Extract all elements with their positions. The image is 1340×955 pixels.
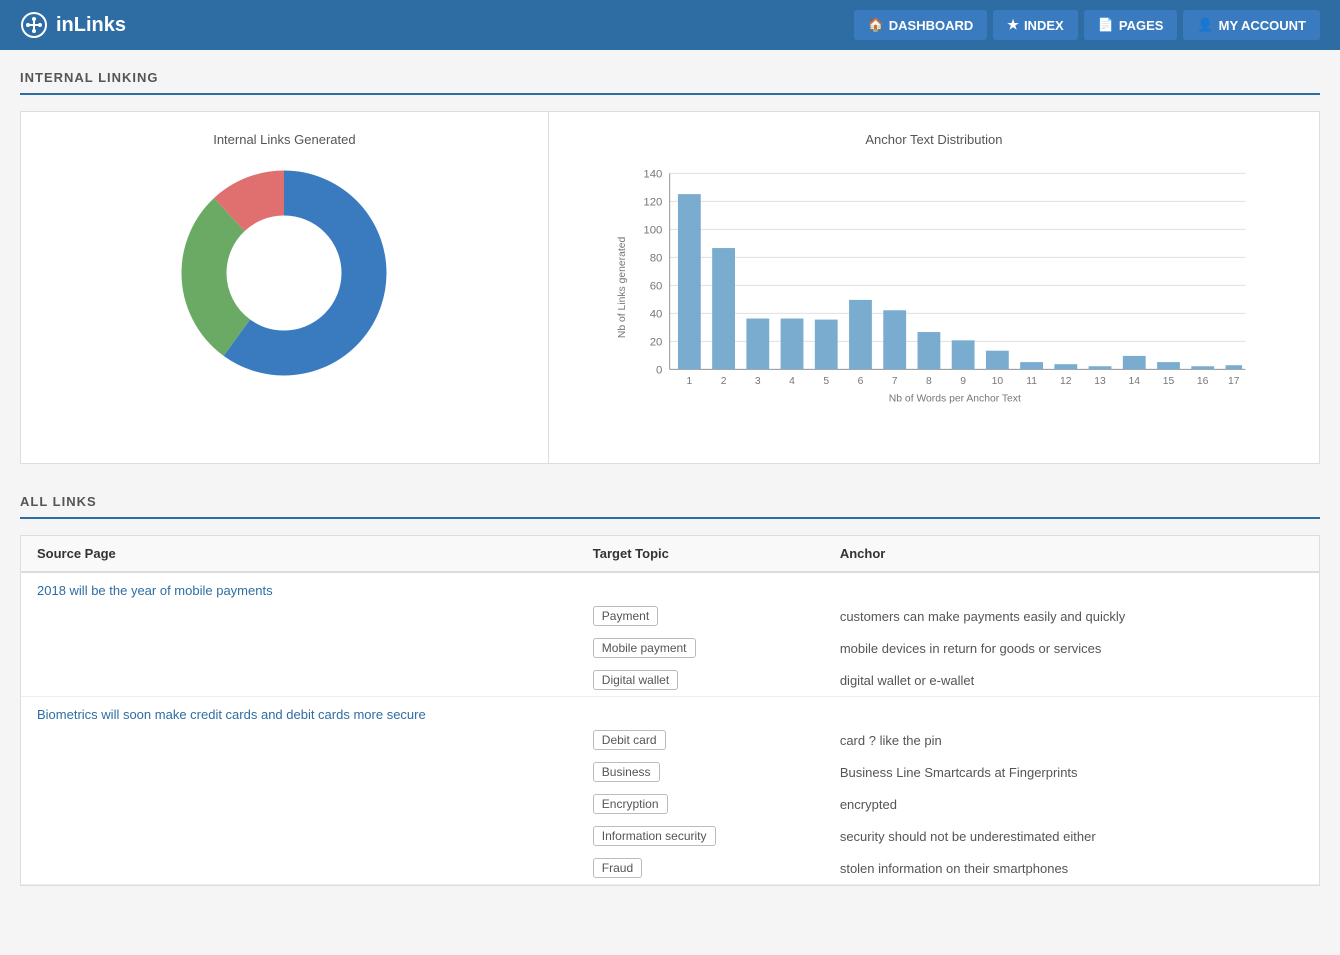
topic-badge[interactable]: Encryption [593,794,668,814]
svg-text:40: 40 [650,309,663,321]
table-row: Biometrics will soon make credit cards a… [21,697,1319,885]
svg-text:3: 3 [755,376,761,387]
source-link[interactable]: 2018 will be the year of mobile payments [21,573,1319,602]
topic-badge[interactable]: Payment [593,606,658,626]
account-button[interactable]: 👤 MY ACCOUNT [1183,10,1320,40]
list-item: Digital wallet digital wallet or e-walle… [21,664,1319,696]
svg-text:80: 80 [650,253,663,265]
charts-area: Internal Links Generated Anchor Text Dis… [20,111,1320,464]
svg-text:5: 5 [823,376,829,387]
bar-title: Anchor Text Distribution [865,132,1002,147]
topic-badge[interactable]: Digital wallet [593,670,678,690]
dashboard-button[interactable]: 🏠 DASHBOARD [854,10,988,40]
list-item: Mobile payment mobile devices in return … [21,632,1319,664]
anchor-text: encrypted [840,797,1303,812]
svg-text:8: 8 [926,376,932,387]
svg-text:14: 14 [1128,376,1140,387]
donut-wrapper [174,163,394,383]
table-row: 2018 will be the year of mobile payments… [21,573,1319,697]
topic-badge[interactable]: Business [593,762,660,782]
topic-badge[interactable]: Debit card [593,730,666,750]
logo: inLinks [20,11,854,39]
header: inLinks 🏠 DASHBOARD ★ INDEX 📄 PAGES 👤 MY… [0,0,1340,50]
anchor-text: Business Line Smartcards at Fingerprints [840,765,1303,780]
svg-text:140: 140 [643,169,662,181]
topic-badge[interactable]: Mobile payment [593,638,696,658]
user-icon: 👤 [1197,17,1213,33]
link-entries: Debit card card ? like the pin Business … [21,726,1319,884]
dashboard-label: DASHBOARD [889,18,974,33]
index-label: INDEX [1024,18,1064,33]
internal-linking-title: INTERNAL LINKING [20,70,1320,95]
file-icon: 📄 [1098,17,1114,33]
anchor-text: security should not be underestimated ei… [840,829,1303,844]
svg-text:120: 120 [643,197,662,209]
topic-badge[interactable]: Fraud [593,858,642,878]
svg-text:17: 17 [1228,376,1240,387]
topic-badge[interactable]: Information security [593,826,716,846]
all-links-title: ALL LINKS [20,494,1320,519]
pages-label: PAGES [1119,18,1164,33]
list-item: Encryption encrypted [21,788,1319,820]
svg-text:0: 0 [656,365,662,377]
bar-chart: 0 20 40 60 80 100 120 140 Nb of Links ge… [569,163,1299,443]
logo-icon [20,11,48,39]
list-item: Fraud stolen information on their smartp… [21,852,1319,884]
internal-linking-section: INTERNAL LINKING Internal Links Generate… [20,70,1320,464]
bar-section: Anchor Text Distribution [549,112,1319,463]
svg-text:2: 2 [720,376,726,387]
svg-text:4: 4 [789,376,795,387]
col-source: Source Page [37,546,593,561]
col-anchor: Anchor [840,546,1303,561]
main-content: INTERNAL LINKING Internal Links Generate… [0,50,1340,906]
pages-button[interactable]: 📄 PAGES [1084,10,1178,40]
list-item: Information security security should not… [21,820,1319,852]
link-entries: Payment customers can make payments easi… [21,602,1319,696]
anchor-text: digital wallet or e-wallet [840,673,1303,688]
anchor-text: stolen information on their smartphones [840,861,1303,876]
donut-chart [174,163,394,383]
svg-text:100: 100 [643,225,662,237]
svg-text:Nb of Words per Anchor Text: Nb of Words per Anchor Text [889,394,1021,405]
col-topic: Target Topic [593,546,840,561]
links-table: Source Page Target Topic Anchor 2018 wil… [20,535,1320,886]
svg-text:15: 15 [1163,376,1175,387]
list-item: Payment customers can make payments easi… [21,602,1319,632]
table-header: Source Page Target Topic Anchor [21,536,1319,573]
logo-text: inLinks [56,14,126,37]
list-item: Debit card card ? like the pin [21,726,1319,756]
svg-text:11: 11 [1026,376,1037,387]
svg-text:12: 12 [1060,376,1072,387]
index-button[interactable]: ★ INDEX [993,10,1077,40]
table-body: 2018 will be the year of mobile payments… [21,573,1319,885]
svg-text:13: 13 [1094,376,1106,387]
all-links-section: ALL LINKS Source Page Target Topic Ancho… [20,494,1320,886]
nav-buttons: 🏠 DASHBOARD ★ INDEX 📄 PAGES 👤 MY ACCOUNT [854,10,1320,40]
svg-text:9: 9 [960,376,966,387]
svg-text:1: 1 [686,376,692,387]
donut-section: Internal Links Generated [21,112,549,463]
list-item: Business Business Line Smartcards at Fin… [21,756,1319,788]
home-icon: 🏠 [868,17,884,33]
svg-text:10: 10 [991,376,1003,387]
bar-chart-wrapper: 0 20 40 60 80 100 120 140 Nb of Links ge… [569,163,1299,443]
svg-text:16: 16 [1197,376,1209,387]
anchor-text: card ? like the pin [840,733,1303,748]
account-label: MY ACCOUNT [1219,18,1306,33]
source-link[interactable]: Biometrics will soon make credit cards a… [21,697,1319,726]
svg-text:Nb of Links generated: Nb of Links generated [617,237,628,339]
svg-text:7: 7 [892,376,898,387]
svg-text:20: 20 [650,337,663,349]
svg-text:60: 60 [650,281,663,293]
anchor-text: customers can make payments easily and q… [840,609,1303,624]
donut-title: Internal Links Generated [213,132,355,147]
anchor-text: mobile devices in return for goods or se… [840,641,1303,656]
svg-text:6: 6 [857,376,863,387]
star-icon: ★ [1007,17,1019,33]
